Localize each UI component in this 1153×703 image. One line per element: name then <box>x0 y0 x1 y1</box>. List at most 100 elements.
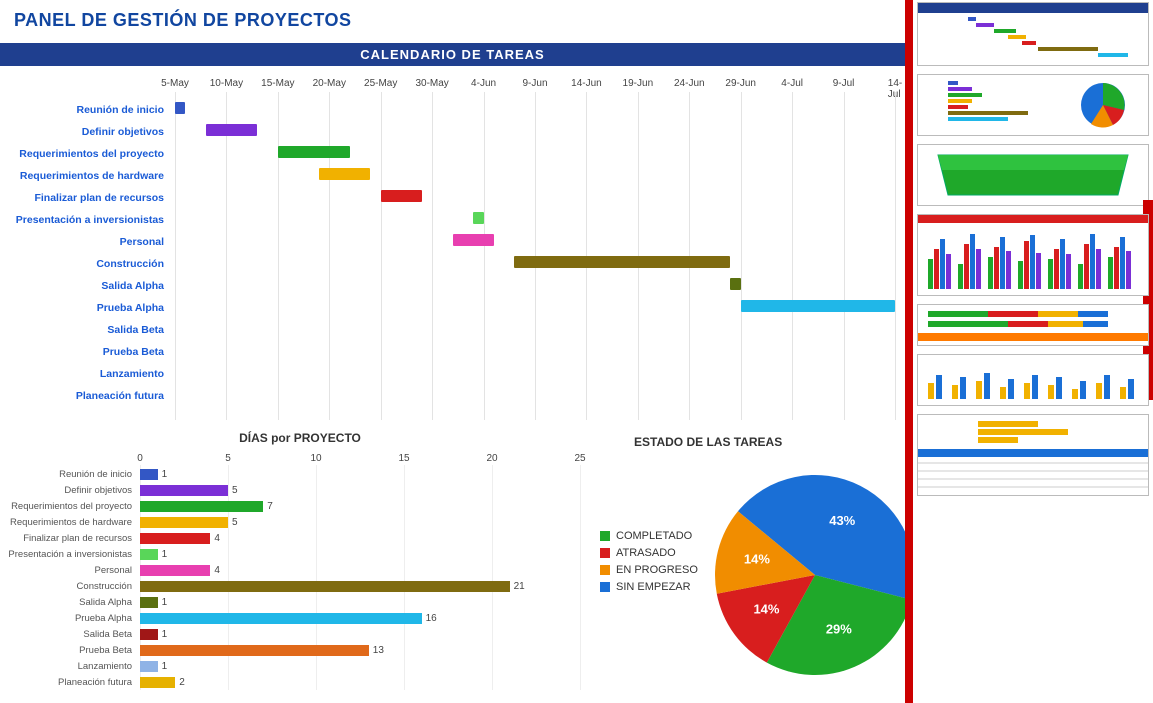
gantt-row: Prueba Beta <box>0 342 895 364</box>
dias-bar <box>140 581 510 592</box>
dias-row: Finalizar plan de recursos 4 <box>0 531 590 547</box>
dias-row: Construcción21 <box>0 579 590 595</box>
gantt-tick: 25-May <box>364 78 397 89</box>
thumb-stackedbar[interactable] <box>917 304 1149 346</box>
gantt-task-label: Definir objetivos <box>0 126 170 138</box>
dias-row: Prueba Beta 13 <box>0 643 590 659</box>
gantt-row: Requerimientos del proyecto <box>0 144 895 166</box>
thumb-gantt[interactable] <box>917 2 1149 66</box>
gantt-task-label: Lanzamiento <box>0 368 170 380</box>
gantt-x-axis: 5-May10-May15-May20-May25-May30-May4-Jun… <box>175 78 895 92</box>
dias-bar-chart: DÍAS por PROYECTO 0510152025 Reunión de … <box>0 425 600 700</box>
gantt-task-label: Finalizar plan de recursos <box>0 192 170 204</box>
gantt-task-label: Personal <box>0 236 170 248</box>
gantt-bar <box>730 278 740 290</box>
dias-label: Lanzamiento <box>0 661 136 672</box>
dias-bar <box>140 613 422 624</box>
gantt-task-label: Prueba Alpha <box>0 302 170 314</box>
dias-bar <box>140 677 175 688</box>
gantt-row: Salida Beta <box>0 320 895 342</box>
pie-label: 14% <box>744 552 770 567</box>
thumb-smallbars[interactable] <box>917 354 1149 406</box>
thumb-bar-pie[interactable] <box>917 74 1149 136</box>
dias-row: Presentación a inversionistas1 <box>0 547 590 563</box>
estado-title: ESTADO DE LAS TAREAS <box>600 425 900 453</box>
dias-value: 16 <box>426 613 437 624</box>
pie-legend: COMPLETADO ATRASADO EN PROGRESO SIN EMPE… <box>600 525 698 598</box>
gantt-tick: 4-Jun <box>471 78 496 89</box>
swatch-icon <box>600 582 610 592</box>
dias-label: Construcción <box>0 581 136 592</box>
dias-value: 1 <box>162 549 168 560</box>
dias-bar <box>140 597 158 608</box>
pie-label: 43% <box>829 513 855 528</box>
estado-pie-chart: ESTADO DE LAS TAREAS COMPLETADO ATRASADO… <box>600 425 900 700</box>
dias-row: Planeación futura2 <box>0 675 590 691</box>
pie-label: 29% <box>826 622 852 637</box>
gantt-tick: 20-May <box>313 78 346 89</box>
gantt-row: Definir objetivos <box>0 122 895 144</box>
dias-value: 7 <box>267 501 273 512</box>
dias-x-axis: 0510152025 <box>140 453 590 465</box>
pie-svg: 43%29%14%14% <box>710 470 920 680</box>
dias-row: Requerimientos de hardware 5 <box>0 515 590 531</box>
dias-value: 1 <box>162 661 168 672</box>
dias-label: Reunión de inicio <box>0 469 136 480</box>
dias-label: Prueba Beta <box>0 645 136 656</box>
gantt-tick: 14-Jun <box>571 78 602 89</box>
dias-label: Salida Beta <box>0 629 136 640</box>
dias-label: Personal <box>0 565 136 576</box>
gantt-tick: 9-Jun <box>522 78 547 89</box>
gantt-bar <box>741 300 895 312</box>
dias-bar <box>140 565 210 576</box>
dias-value: 5 <box>232 517 238 528</box>
swatch-icon <box>600 565 610 575</box>
gantt-bar <box>206 124 257 136</box>
dias-label: Finalizar plan de recursos <box>0 533 136 544</box>
gantt-bar <box>175 102 185 114</box>
dias-label: Planeación futura <box>0 677 136 688</box>
gantt-tick: 30-May <box>415 78 448 89</box>
gantt-task-label: Reunión de inicio <box>0 104 170 116</box>
dias-row: Personal 4 <box>0 563 590 579</box>
gantt-row: Construcción <box>0 254 895 276</box>
dias-tick: 20 <box>486 453 497 464</box>
gantt-task-label: Prueba Beta <box>0 346 170 358</box>
thumb-column[interactable] <box>917 214 1149 296</box>
dias-value: 1 <box>162 597 168 608</box>
gantt-tick: 24-Jun <box>674 78 705 89</box>
thumb-table[interactable] <box>917 414 1149 496</box>
dias-label: Prueba Alpha <box>0 613 136 624</box>
dias-value: 4 <box>214 565 220 576</box>
gantt-bar <box>278 146 350 158</box>
dias-label: Requerimientos de hardware <box>0 517 136 528</box>
gantt-task-label: Salida Alpha <box>0 280 170 292</box>
dias-bar <box>140 629 158 640</box>
dias-value: 5 <box>232 485 238 496</box>
gantt-bar <box>381 190 422 202</box>
gridline <box>895 92 896 420</box>
dias-row: Reunión de inicio1 <box>0 467 590 483</box>
gantt-header: CALENDARIO DE TAREAS <box>0 43 905 66</box>
dias-rows: Reunión de inicio1Definir objetivos5Requ… <box>0 467 590 691</box>
gantt-row: Presentación a inversionistas <box>0 210 895 232</box>
dias-value: 4 <box>214 533 220 544</box>
gantt-chart: 5-May10-May15-May20-May25-May30-May4-Jun… <box>0 70 900 420</box>
dias-row: Requerimientos del proyecto7 <box>0 499 590 515</box>
dias-row: Lanzamiento 1 <box>0 659 590 675</box>
gantt-tick: 4-Jul <box>781 78 803 89</box>
dias-tick: 25 <box>574 453 585 464</box>
dias-bar <box>140 645 369 656</box>
gantt-row: Planeación futura <box>0 386 895 408</box>
dias-value: 13 <box>373 645 384 656</box>
dias-bar <box>140 661 158 672</box>
gantt-task-label: Planeación futura <box>0 390 170 402</box>
dias-tick: 10 <box>310 453 321 464</box>
gantt-row: Personal <box>0 232 895 254</box>
dias-row: Salida Beta1 <box>0 627 590 643</box>
thumb-funnel[interactable] <box>917 144 1149 206</box>
swatch-icon <box>600 531 610 541</box>
thumbnail-sidebar <box>905 0 1153 703</box>
dias-label: Salida Alpha <box>0 597 136 608</box>
gantt-tick: 29-Jun <box>725 78 756 89</box>
